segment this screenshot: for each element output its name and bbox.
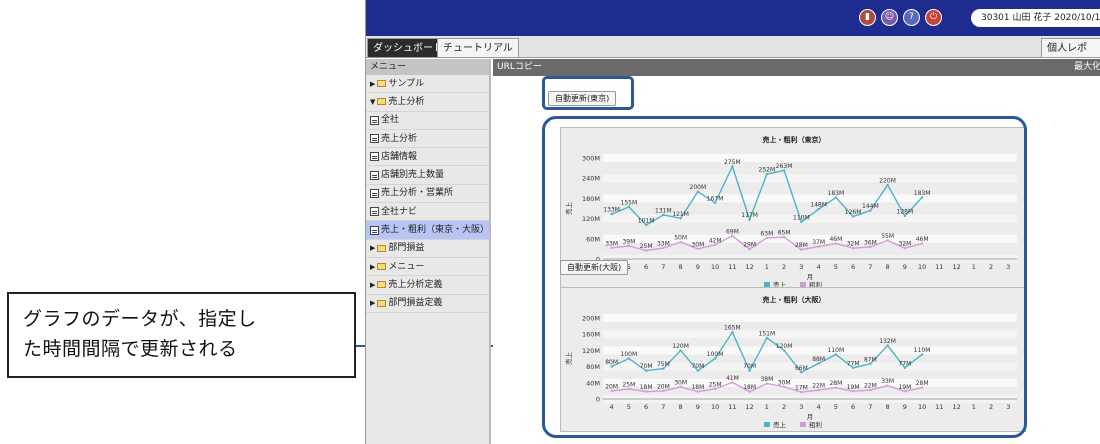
- sidebar-item-6[interactable]: 売上分析・営業所: [366, 185, 489, 204]
- report-doc-icon: [370, 225, 379, 235]
- user-icon[interactable]: ☺: [881, 9, 898, 26]
- top-bar: ▮ ☺ ? ⏻ 30301 山田 花子 2020/10/16: [366, 0, 1100, 36]
- collapsed-arrow-icon[interactable]: ▶: [370, 75, 375, 93]
- sidebar-item-9[interactable]: ▶ 部門損益: [366, 240, 489, 258]
- callout-line-2: た時間間隔で更新される: [23, 338, 238, 360]
- top-icons: ▮ ☺ ? ⏻: [859, 9, 942, 26]
- tab-personal-report[interactable]: 個人レポート: [1041, 38, 1100, 73]
- sidebar-item-3[interactable]: 売上分析: [366, 130, 489, 149]
- help-icon[interactable]: ?: [903, 9, 920, 26]
- sidebar-item-11[interactable]: ▶ 売上分析定義: [366, 276, 489, 295]
- sidebar-item-label: 店舗情報: [381, 151, 418, 162]
- app-window: ▮ ☺ ? ⏻ 30301 山田 花子 2020/10/16 ダッシュボード チ…: [365, 0, 1100, 444]
- collapsed-arrow-icon[interactable]: ▶: [370, 276, 375, 294]
- sidebar-item-10[interactable]: ▶ メニュー: [366, 258, 489, 277]
- expanded-arrow-icon[interactable]: ▼: [370, 93, 375, 111]
- collapsed-arrow-icon[interactable]: ▶: [370, 258, 375, 276]
- sidebar-item-4[interactable]: 店舗情報: [366, 148, 489, 167]
- sidebar-item-1[interactable]: ▼ 売上分析: [366, 93, 489, 112]
- sidebar-item-2[interactable]: 全社: [366, 112, 489, 130]
- sidebar-item-label: サンプル: [388, 78, 425, 89]
- sidebar-item-label: 全社: [381, 115, 400, 126]
- tab-bar: ダッシュボード チュートリアル 個人レポート: [366, 36, 1100, 73]
- callout-line-1: グラフのデータが、指定し: [23, 308, 257, 330]
- sidebar-item-7[interactable]: 全社ナビ: [366, 203, 489, 222]
- folder-icon: [377, 98, 387, 106]
- annotation-callout: グラフのデータが、指定し た時間間隔で更新される: [7, 292, 356, 378]
- folder-icon: [377, 299, 387, 307]
- collapsed-arrow-icon[interactable]: ▶: [370, 294, 375, 312]
- main-header: URLコピー 最大化: [493, 59, 1100, 76]
- folder-icon: [377, 281, 387, 289]
- folder-icon: [377, 244, 387, 252]
- sidebar-item-5[interactable]: 店舗別売上数量: [366, 166, 489, 185]
- sidebar-item-label: 部門損益定義: [388, 298, 443, 309]
- sidebar-item-label: 部門損益: [388, 243, 425, 254]
- collapsed-arrow-icon[interactable]: ▶: [370, 239, 375, 257]
- sidebar-item-label: 売上分析: [388, 96, 425, 107]
- user-info: 30301 山田 花子 2020/10/16: [971, 9, 1100, 27]
- sidebar-item-8[interactable]: 売上・粗利（東京・大阪）: [366, 221, 489, 240]
- report-doc-icon: [370, 152, 379, 162]
- highlight-refresh-button: [542, 76, 634, 110]
- highlight-charts-box: [542, 116, 1027, 438]
- url-copy-link[interactable]: URLコピー: [497, 62, 542, 72]
- maximize-button[interactable]: 最大化: [1074, 59, 1100, 76]
- sidebar-item-label: 売上分析・営業所: [381, 188, 454, 199]
- folder-icon: [377, 263, 387, 271]
- sidebar-list: ▶ サンプル ▼ 売上分析 全社 売上分析 店舗情報 店舗別売上数量 売上分析・営業所 全社ナビ売…: [366, 75, 489, 313]
- sidebar-item-0[interactable]: ▶ サンプル: [366, 75, 489, 94]
- tab-tutorial[interactable]: チュートリアル: [437, 38, 519, 57]
- report-doc-icon: [370, 207, 379, 217]
- report-doc-icon: [370, 134, 379, 144]
- report-icon[interactable]: ▮: [859, 9, 876, 26]
- sidebar-header: メニュー: [366, 59, 489, 75]
- sidebar: メニュー ▶ サンプル ▼ 売上分析 全社 売上分析 店舗情報 店舗別売上数量 売上分析・営業所…: [366, 59, 491, 444]
- sidebar-item-12[interactable]: ▶ 部門損益定義: [366, 295, 489, 313]
- sidebar-item-label: 売上・粗利（東京・大阪）: [380, 225, 489, 236]
- report-doc-icon: [370, 188, 379, 198]
- report-doc-icon: [370, 115, 379, 125]
- folder-icon: [377, 80, 387, 88]
- logout-icon[interactable]: ⏻: [925, 9, 942, 26]
- sidebar-item-label: 店舗別売上数量: [381, 170, 445, 181]
- main-panel: URLコピー 最大化 自動更新(東京) 売上・粗利（東京） 300M 240M 180…: [493, 59, 1100, 444]
- sidebar-item-label: 売上分析: [381, 133, 418, 144]
- sidebar-item-label: 売上分析定義: [388, 279, 443, 290]
- sidebar-item-label: メニュー: [388, 261, 425, 272]
- sidebar-item-label: 全社ナビ: [381, 206, 418, 217]
- report-doc-icon: [370, 170, 379, 180]
